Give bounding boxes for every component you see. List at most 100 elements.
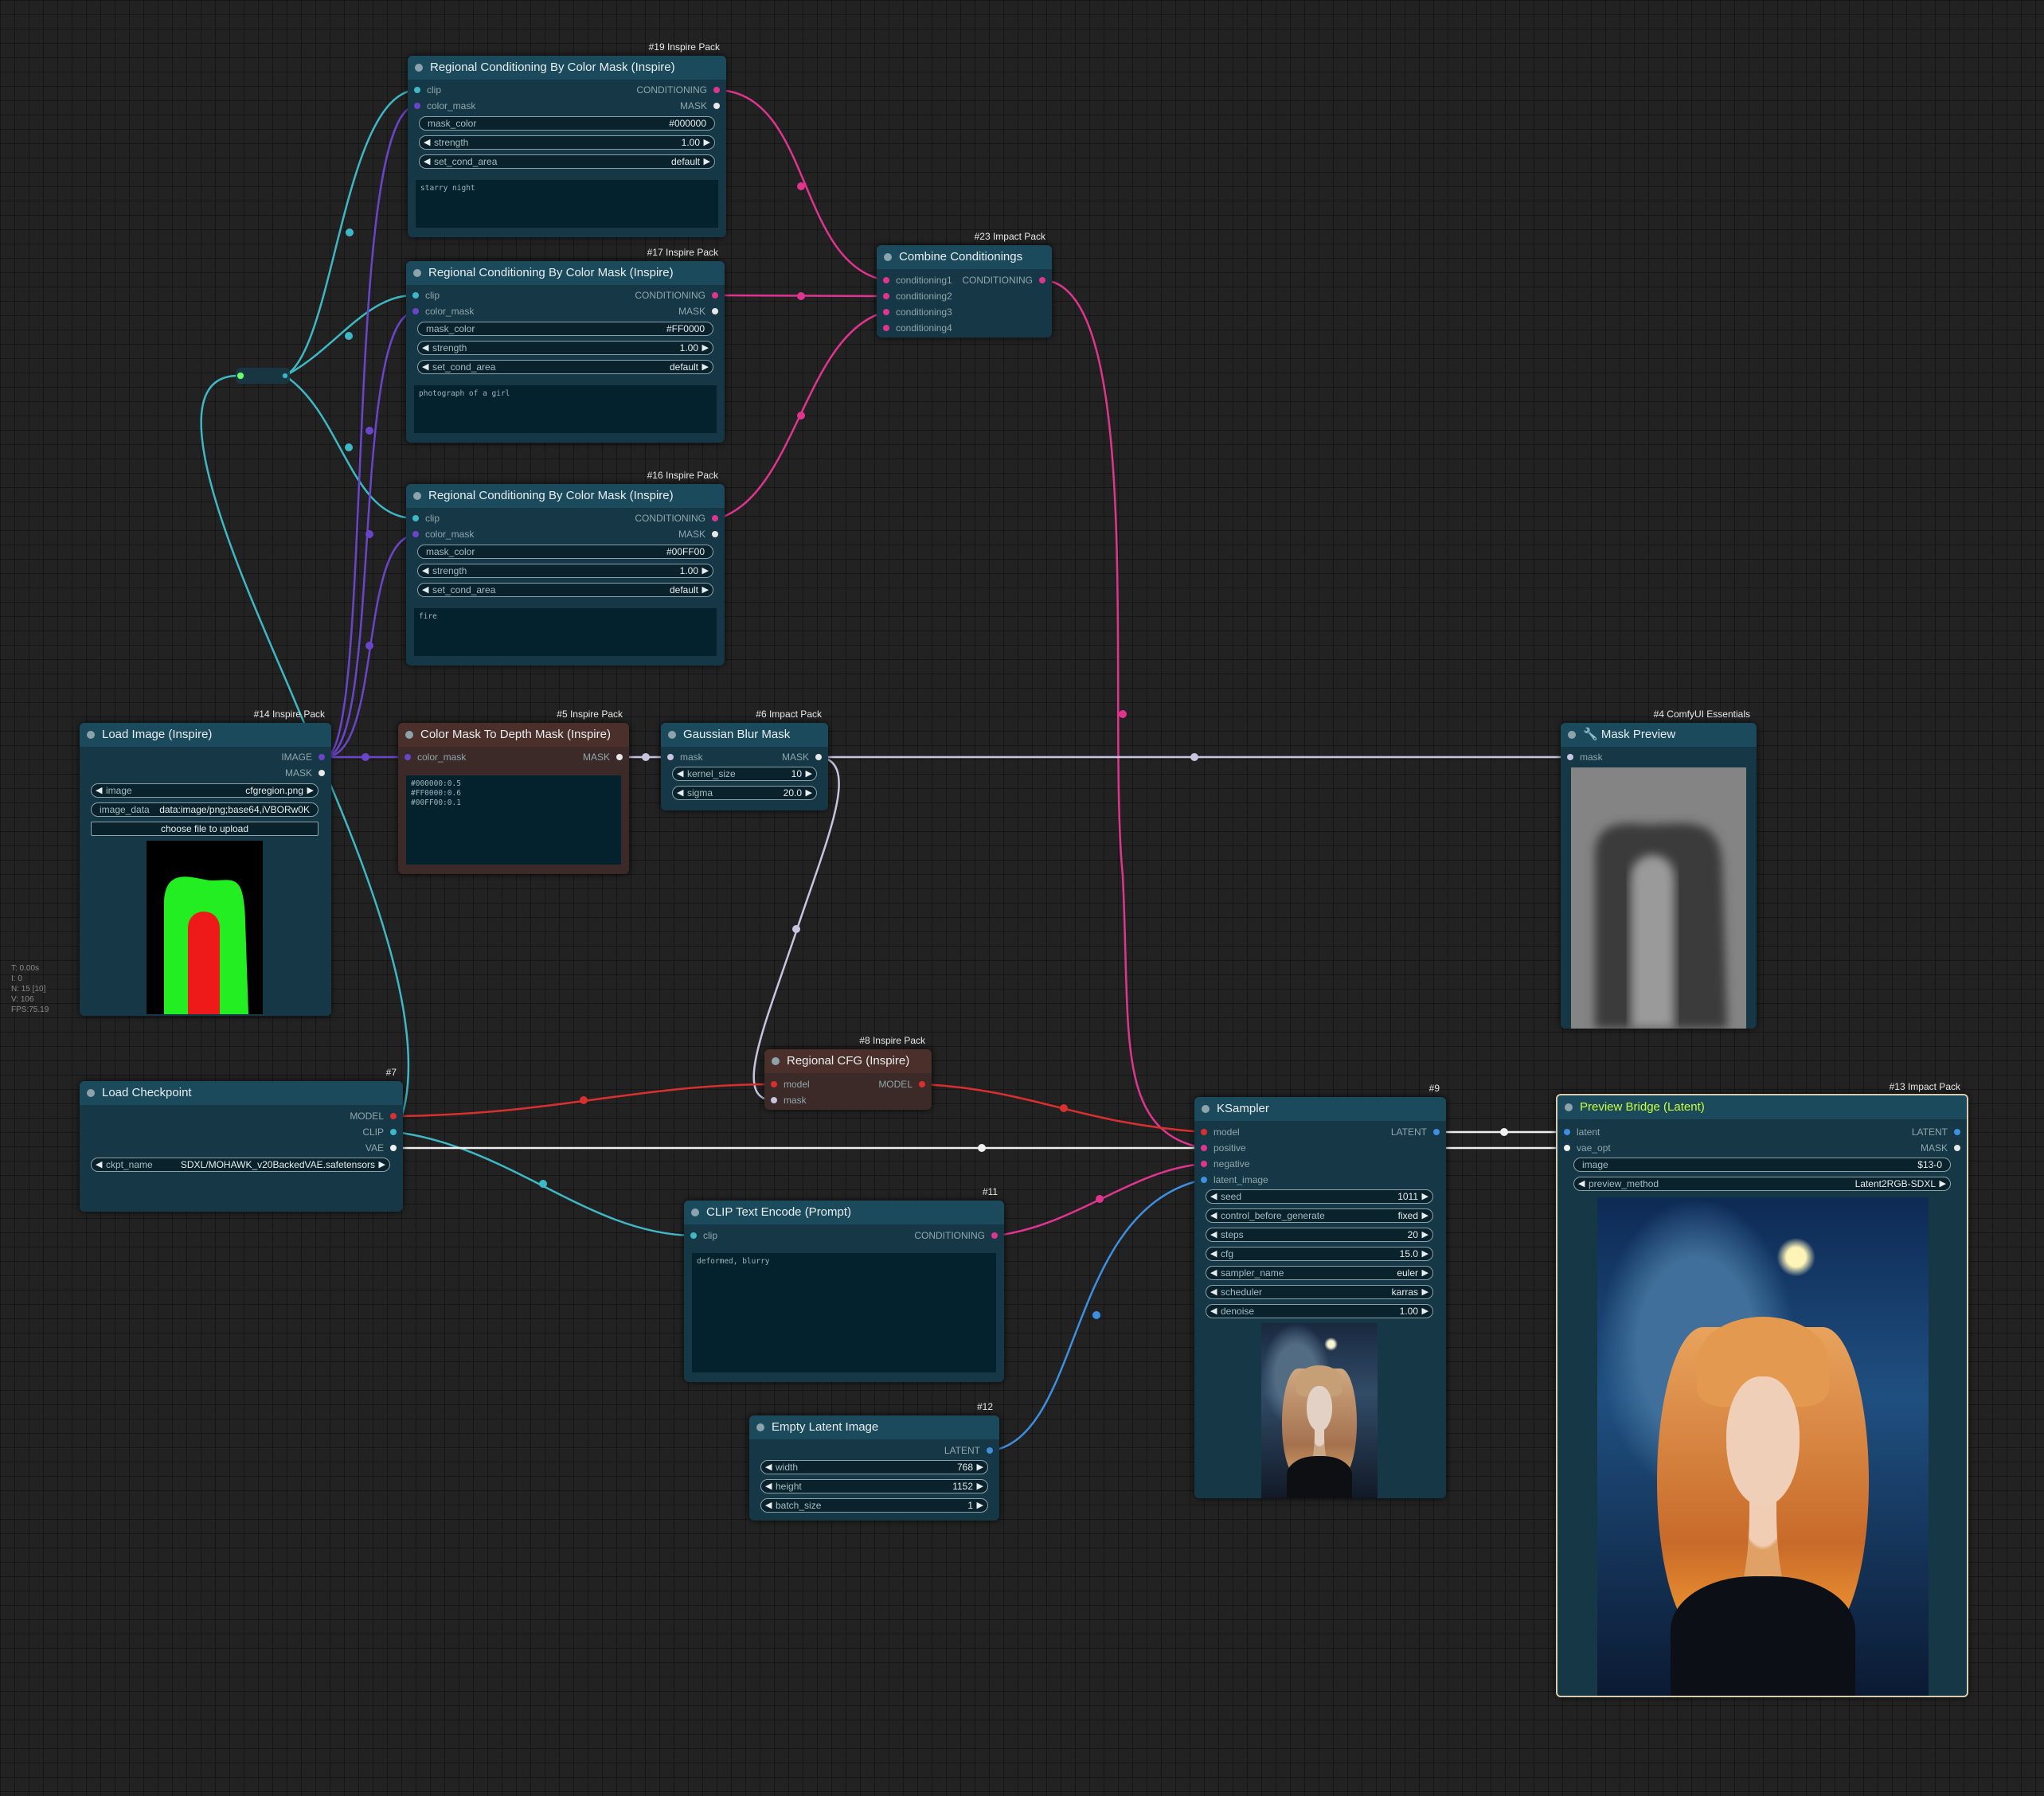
input-model[interactable]: model — [768, 1078, 810, 1091]
image-combo[interactable]: ◀ image cfgregion.png ▶ — [91, 783, 319, 798]
output-conditioning[interactable]: CONDITIONING — [635, 289, 721, 302]
node-regional-conditioning-17[interactable]: #17 Inspire Pack Regional Conditioning B… — [406, 247, 725, 443]
collapse-dot-icon[interactable] — [756, 1423, 764, 1431]
node-title[interactable]: 🔧 Mask Preview — [1561, 723, 1757, 747]
node-mask-preview[interactable]: #4 ComfyUI Essentials 🔧 Mask Preview mas… — [1561, 709, 1757, 1029]
input-mask[interactable]: mask — [1564, 751, 1603, 763]
image-data-field[interactable]: image_data data:image/png;base64,iVBORw0K — [91, 802, 319, 817]
collapse-dot-icon[interactable] — [772, 1057, 780, 1065]
node-empty-latent-image[interactable]: #12 Empty Latent Image LATENT ◀ width 768 ▶… — [749, 1401, 999, 1521]
output-vae[interactable]: VAE — [365, 1142, 400, 1154]
ckpt-name-combo[interactable]: ◀ ckpt_name SDXL/MOHAWK_v20BackedVAE.safet… — [91, 1158, 390, 1172]
node-title[interactable]: Preview Bridge (Latent) — [1557, 1095, 1967, 1119]
input-mask[interactable]: mask — [768, 1094, 807, 1107]
scheduler-combo[interactable]: ◀ scheduler karras ▶ — [1206, 1285, 1433, 1299]
input-color-mask[interactable]: color_mask — [401, 751, 466, 763]
output-model[interactable]: MODEL — [350, 1110, 400, 1122]
node-title[interactable]: Regional Conditioning By Color Mask (Ins… — [406, 484, 725, 508]
collapse-dot-icon[interactable] — [87, 1089, 95, 1097]
node-regional-conditioning-19[interactable]: #19 Inspire Pack Regional Conditioning B… — [408, 41, 726, 237]
mask-color-field[interactable]: mask_color #000000 — [419, 116, 715, 131]
set-cond-area-combo[interactable]: ◀ set_cond_area default ▶ — [417, 360, 713, 374]
batch-size-field[interactable]: ◀ batch_size 1 ▶ — [760, 1498, 988, 1513]
output-mask[interactable]: MASK — [782, 751, 825, 763]
output-model[interactable]: MODEL — [878, 1078, 928, 1091]
collapse-dot-icon[interactable] — [884, 253, 892, 261]
input-conditioning3[interactable]: conditioning3 — [880, 306, 952, 318]
output-image[interactable]: IMAGE — [281, 751, 328, 763]
color-depth-spec-textarea[interactable]: #000000:0.5 #FF0000:0.6 #00FF00:0.1 — [406, 775, 621, 865]
collapse-dot-icon[interactable] — [413, 492, 421, 500]
output-mask[interactable]: MASK — [583, 751, 626, 763]
output-latent[interactable]: LATENT — [944, 1444, 996, 1457]
input-conditioning1[interactable]: conditioning1 — [880, 274, 952, 287]
output-conditioning[interactable]: CONDITIONING — [962, 274, 1049, 287]
prompt-textarea[interactable]: fire — [414, 608, 717, 656]
steps-field[interactable]: ◀ steps 20 ▶ — [1206, 1228, 1433, 1242]
prompt-textarea[interactable]: photograph of a girl — [414, 385, 717, 433]
width-field[interactable]: ◀ width 768 ▶ — [760, 1460, 988, 1474]
node-title[interactable]: CLIP Text Encode (Prompt) — [684, 1201, 1004, 1224]
node-title[interactable]: Combine Conditionings — [877, 245, 1052, 269]
strength-field[interactable]: ◀ strength 1.00 ▶ — [417, 564, 713, 578]
prompt-textarea[interactable]: starry night — [416, 180, 718, 228]
strength-field[interactable]: ◀ strength 1.00 ▶ — [419, 135, 715, 150]
node-regional-cfg[interactable]: #8 Inspire Pack Regional CFG (Inspire) m… — [764, 1035, 932, 1110]
node-gaussian-blur-mask[interactable]: #6 Impact Pack Gaussian Blur Mask mask M… — [661, 709, 828, 810]
node-title[interactable]: Empty Latent Image — [749, 1415, 999, 1439]
kernel-size-field[interactable]: ◀ kernel_size 10 ▶ — [672, 767, 817, 781]
collapse-dot-icon[interactable] — [413, 269, 421, 277]
sigma-field[interactable]: ◀ sigma 20.0 ▶ — [672, 786, 817, 800]
input-latent[interactable]: latent — [1561, 1126, 1600, 1138]
input-clip[interactable]: clip — [411, 84, 441, 96]
input-clip[interactable]: clip — [409, 512, 440, 525]
input-model[interactable]: model — [1198, 1126, 1240, 1138]
output-mask[interactable]: MASK — [678, 305, 721, 318]
collapse-dot-icon[interactable] — [415, 64, 423, 72]
height-field[interactable]: ◀ height 1152 ▶ — [760, 1479, 988, 1493]
prompt-textarea[interactable]: deformed, blurry — [692, 1253, 996, 1372]
set-cond-area-combo[interactable]: ◀ set_cond_area default ▶ — [417, 583, 713, 597]
seed-field[interactable]: ◀ seed 1011 ▶ — [1206, 1189, 1433, 1204]
output-latent[interactable]: LATENT — [1912, 1126, 1964, 1138]
node-title[interactable]: KSampler — [1194, 1097, 1446, 1121]
input-conditioning2[interactable]: conditioning2 — [880, 290, 952, 303]
sampler-name-combo[interactable]: ◀ sampler_name euler ▶ — [1206, 1266, 1433, 1280]
collapse-dot-icon[interactable] — [1568, 731, 1576, 739]
image-id-field[interactable]: image $13-0 — [1573, 1158, 1951, 1172]
output-mask[interactable]: MASK — [285, 767, 328, 779]
output-latent[interactable]: LATENT — [1391, 1126, 1443, 1138]
node-title[interactable]: Load Image (Inspire) — [80, 723, 331, 747]
upload-button[interactable]: choose file to upload — [91, 822, 319, 836]
node-load-checkpoint[interactable]: #7 Load Checkpoint MODEL CLIP VAE ◀ ckpt_… — [80, 1067, 403, 1212]
node-load-image[interactable]: #14 Inspire Pack Load Image (Inspire) IM… — [80, 709, 331, 1016]
collapse-dot-icon[interactable] — [691, 1208, 699, 1216]
output-conditioning[interactable]: CONDITIONING — [635, 512, 721, 525]
input-color-mask[interactable]: color_mask — [409, 528, 474, 541]
set-cond-area-combo[interactable]: ◀ set_cond_area default ▶ — [419, 154, 715, 169]
output-mask[interactable]: MASK — [678, 528, 721, 541]
output-mask[interactable]: MASK — [1921, 1142, 1964, 1154]
input-negative[interactable]: negative — [1198, 1158, 1249, 1170]
collapse-dot-icon[interactable] — [405, 731, 413, 739]
collapse-dot-icon[interactable] — [668, 731, 676, 739]
node-title[interactable]: Load Checkpoint — [80, 1081, 403, 1105]
denoise-field[interactable]: ◀ denoise 1.00 ▶ — [1206, 1304, 1433, 1318]
input-vae-opt[interactable]: vae_opt — [1561, 1142, 1611, 1154]
node-color-mask-to-depth-mask[interactable]: #5 Inspire Pack Color Mask To Depth Mask… — [398, 709, 629, 874]
mask-color-field[interactable]: mask_color #00FF00 — [417, 545, 713, 559]
input-positive[interactable]: positive — [1198, 1142, 1246, 1154]
cfg-field[interactable]: ◀ cfg 15.0 ▶ — [1206, 1247, 1433, 1261]
node-preview-bridge-latent[interactable]: #13 Impact Pack Preview Bridge (Latent) … — [1556, 1081, 1968, 1697]
node-regional-conditioning-16[interactable]: #16 Inspire Pack Regional Conditioning B… — [406, 470, 725, 666]
output-mask[interactable]: MASK — [680, 100, 723, 112]
node-combine-conditionings[interactable]: #23 Impact Pack Combine Conditionings co… — [877, 231, 1052, 338]
preview-method-combo[interactable]: ◀ preview_method Latent2RGB-SDXL ▶ — [1573, 1177, 1951, 1191]
input-mask[interactable]: mask — [664, 751, 703, 763]
input-color-mask[interactable]: color_mask — [411, 100, 475, 112]
node-title[interactable]: Regional CFG (Inspire) — [764, 1049, 932, 1073]
input-latent-image[interactable]: latent_image — [1198, 1173, 1268, 1186]
output-conditioning[interactable]: CONDITIONING — [914, 1229, 1001, 1242]
node-title[interactable]: Regional Conditioning By Color Mask (Ins… — [406, 261, 725, 285]
collapse-dot-icon[interactable] — [1565, 1103, 1573, 1111]
